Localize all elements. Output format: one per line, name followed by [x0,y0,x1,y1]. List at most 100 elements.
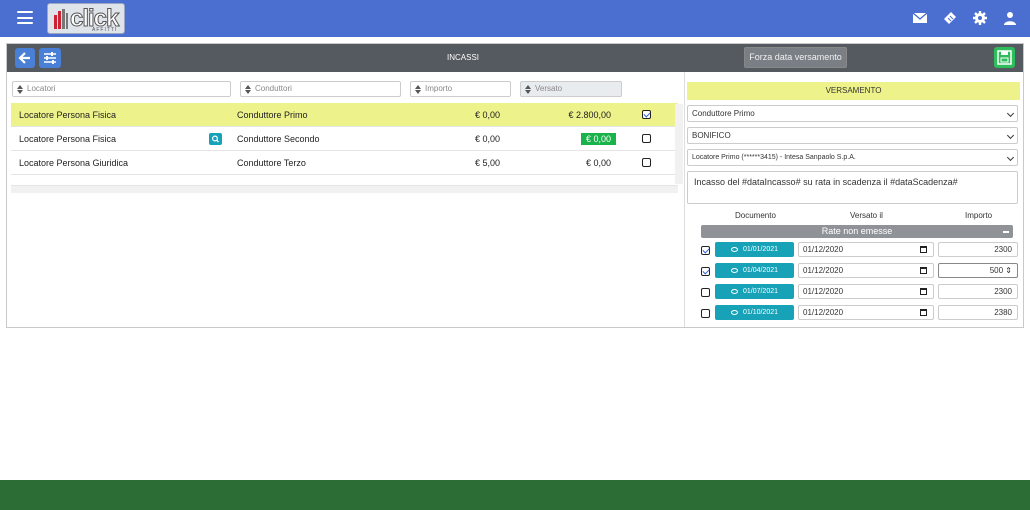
col-header-versato: Versato il [850,211,883,220]
versato-date-value: 01/12/2020 [803,308,844,317]
cell-versato: € 2.800,00 [568,110,611,120]
filter-importo[interactable]: Importo [410,81,511,97]
filter-conduttori[interactable]: Conduttori [240,81,401,97]
col-header-documento: Documento [735,211,776,220]
row-checkbox[interactable] [642,158,651,167]
filter-importo-placeholder: Importo [425,84,453,93]
sort-icon [245,85,251,94]
document-button[interactable]: 01/04/2021 [715,263,794,278]
cell-conduttore: Conduttore Secondo [237,134,320,144]
document-button[interactable]: 01/07/2021 [715,284,794,299]
versato-date-input[interactable]: 01/12/2020 [798,305,934,320]
row-checkbox[interactable] [642,110,651,119]
arrow-left-icon [18,52,30,64]
cell-conduttore: Conduttore Terzo [237,158,306,168]
conduttore-select[interactable]: Conduttore Primo [687,105,1018,122]
filter-settings-button[interactable] [39,48,61,68]
gear-icon[interactable] [972,10,988,26]
rate-non-emesse-bar[interactable]: Rate non emesse [701,225,1013,238]
versato-date-input[interactable]: 01/12/2020 [798,242,934,257]
rata-checkbox[interactable] [701,267,710,276]
cell-versato: € 0,00 [585,158,611,168]
versato-date-value: 01/12/2020 [803,287,844,296]
versato-date-input[interactable]: 01/12/2020 [798,284,934,299]
logo-subtext: AFFITTI [92,27,118,33]
cell-locatore: Locatore Persona Giuridica [19,158,129,168]
conto-select[interactable]: Locatore Primo (******3415) - Intesa San… [687,149,1018,166]
floppy-disk-icon [997,50,1012,65]
table-row[interactable]: Locatore Persona Fisica Conduttore Primo… [11,103,678,127]
importo-input[interactable]: 2300 [938,284,1018,299]
calendar-icon[interactable] [920,288,927,295]
mail-icon[interactable] [912,10,928,26]
filter-locatori[interactable]: Locatori [12,81,231,97]
calendar-icon[interactable] [920,246,927,253]
importo-value: 500 [989,266,1004,275]
rata-checkbox[interactable] [701,309,710,318]
conto-select-value: Locatore Primo (******3415) - Intesa San… [692,154,856,161]
calendar-icon[interactable] [920,267,927,274]
descrizione-textarea[interactable]: Incasso del #dataIncasso# su rata in sca… [687,171,1018,204]
sort-icon [525,85,531,94]
rate-non-emesse-label: Rate non emesse [821,226,893,236]
metodo-select[interactable]: BONIFICO [687,127,1018,144]
filter-row: Locatori Conduttori Importo Versato [11,78,682,98]
document-button[interactable]: 01/01/2021 [715,242,794,257]
cell-conduttore: Conduttore Primo [237,110,308,120]
chevron-down-icon [1006,109,1015,118]
page-title: INCASSI [447,53,480,62]
cell-importo: € 0,00 [474,134,500,144]
back-button[interactable] [15,48,35,68]
user-icon[interactable] [1002,10,1018,26]
collapse-icon[interactable] [1003,231,1009,233]
filter-versato-placeholder: Versato [535,84,563,93]
metodo-select-value: BONIFICO [692,131,731,140]
rata-checkbox[interactable] [701,246,710,255]
sliders-icon [44,52,56,64]
vertical-scrollbar[interactable] [675,104,683,184]
save-button[interactable] [994,47,1015,68]
versamento-panel: VERSAMENTO Conduttore Primo BONIFICO Loc… [684,72,1024,327]
row-checkbox[interactable] [642,134,651,143]
importo-input[interactable]: 2380 [938,305,1018,320]
rata-checkbox[interactable] [701,288,710,297]
spinner-icon[interactable]: ⇕ [1005,266,1012,275]
rata-row: 01/10/2021 01/12/2020 2380 [685,305,1025,322]
panel-toolbar: INCASSI Forza data versamento [7,44,1023,72]
document-date: 01/10/2021 [742,309,779,316]
filter-locatori-placeholder: Locatori [27,84,56,93]
filter-conduttori-placeholder: Conduttori [255,84,292,93]
document-date: 01/01/2021 [742,246,779,253]
versato-date-input[interactable]: 01/12/2020 [798,263,934,278]
versamento-title: VERSAMENTO [687,82,1020,100]
cell-importo: € 0,00 [474,110,500,120]
menu-icon[interactable] [17,11,33,24]
col-header-importo: Importo [965,211,993,220]
importo-input[interactable]: 500 ⇕ [938,263,1018,278]
importo-input[interactable]: 2300 [938,242,1018,257]
eye-icon [730,288,738,294]
document-date: 01/07/2021 [742,288,779,295]
filter-versato[interactable]: Versato [520,81,622,97]
document-date: 01/04/2021 [742,267,779,274]
document-button[interactable]: 01/10/2021 [715,305,794,320]
eye-icon [730,267,738,273]
logo-bars-icon [54,9,68,29]
ticket-icon[interactable] [942,10,958,26]
chevron-down-icon [1006,131,1015,140]
cell-locatore: Locatore Persona Fisica [19,134,117,144]
table-row[interactable]: Locatore Persona Giuridica Conduttore Te… [11,151,678,175]
table-row[interactable]: Locatore Persona Fisica Conduttore Secon… [11,127,678,151]
horizontal-scrollbar[interactable] [11,185,678,193]
rata-row: 01/07/2021 01/12/2020 2300 [685,284,1025,301]
incassi-panel: INCASSI Forza data versamento Locatori C… [6,43,1024,328]
rata-row: 01/01/2021 01/12/2020 2300 [685,242,1025,259]
search-icon[interactable] [209,133,222,145]
footer-bar [0,480,1030,510]
app-logo[interactable]: click AFFITTI [47,3,125,34]
sort-icon [415,85,421,94]
conduttore-select-value: Conduttore Primo [692,109,755,118]
calendar-icon[interactable] [920,309,927,316]
incassi-table: Locatori Conduttori Importo Versato Loca… [11,78,682,193]
forza-data-versamento-button[interactable]: Forza data versamento [744,47,847,68]
